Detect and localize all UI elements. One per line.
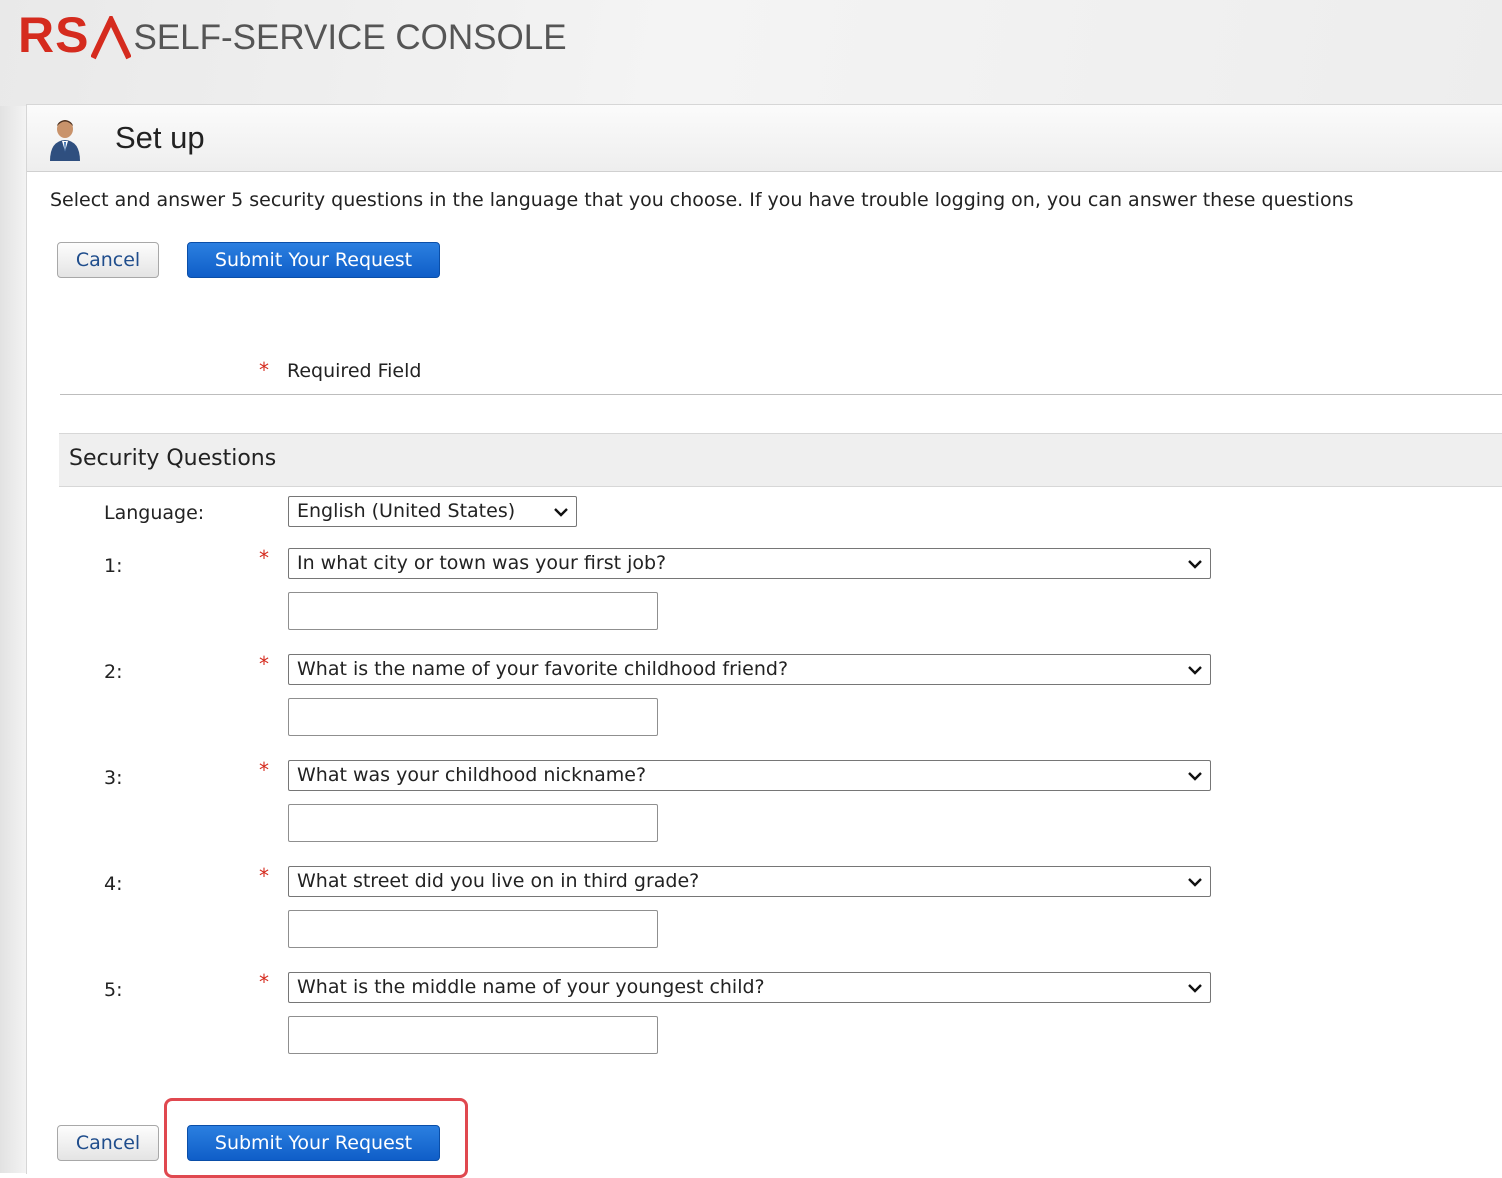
required-star: *: [259, 358, 269, 382]
required-star-4: *: [259, 864, 269, 888]
required-star-1: *: [259, 546, 269, 570]
chevron-down-icon: [1188, 666, 1202, 675]
security-questions-header: Security Questions: [59, 433, 1502, 487]
question-number-2: 2:: [104, 661, 123, 683]
question-number-1: 1:: [104, 555, 123, 577]
language-value: English (United States): [297, 500, 516, 522]
answer-input-3[interactable]: [288, 804, 658, 842]
panel-header: Set up: [27, 105, 1502, 172]
user-icon: [50, 120, 80, 161]
chevron-down-icon: [554, 508, 568, 517]
question-text-4: What street did you live on in third gra…: [297, 870, 700, 892]
chevron-down-icon: [1188, 560, 1202, 569]
question-select-5[interactable]: What is the middle name of your youngest…: [288, 972, 1211, 1003]
setup-panel: Set up Select and answer 5 security ques…: [26, 104, 1502, 1178]
required-star-3: *: [259, 758, 269, 782]
required-field-label: Required Field: [287, 360, 422, 382]
cancel-button-bottom[interactable]: Cancel: [57, 1125, 159, 1161]
question-select-4[interactable]: What street did you live on in third gra…: [288, 866, 1211, 897]
cancel-button-top[interactable]: Cancel: [57, 242, 159, 278]
logo-caret-icon: [91, 16, 132, 60]
submit-button-top[interactable]: Submit Your Request: [187, 242, 440, 278]
top-header: RS SELF-SERVICE CONSOLE: [0, 0, 1502, 106]
question-number-4: 4:: [104, 873, 123, 895]
answer-input-4[interactable]: [288, 910, 658, 948]
rsa-logo: RS SELF-SERVICE CONSOLE: [18, 10, 567, 60]
answer-input-1[interactable]: [288, 592, 658, 630]
left-gutter: [0, 106, 26, 1173]
question-text-3: What was your childhood nickname?: [297, 764, 647, 786]
divider: [60, 394, 1502, 395]
answer-input-5[interactable]: [288, 1016, 658, 1054]
chevron-down-icon: [1188, 878, 1202, 887]
chevron-down-icon: [1188, 984, 1202, 993]
logo-mark: RS: [18, 7, 90, 63]
question-text-5: What is the middle name of your youngest…: [297, 976, 765, 998]
required-star-5: *: [259, 970, 269, 994]
answer-input-2[interactable]: [288, 698, 658, 736]
required-star-2: *: [259, 652, 269, 676]
page-title: Set up: [115, 120, 205, 155]
question-number-5: 5:: [104, 979, 123, 1001]
question-text-1: In what city or town was your first job?: [297, 552, 667, 574]
language-label: Language:: [104, 502, 205, 524]
question-text-2: What is the name of your favorite childh…: [297, 658, 789, 680]
question-select-3[interactable]: What was your childhood nickname?: [288, 760, 1211, 791]
chevron-down-icon: [1188, 772, 1202, 781]
submit-highlight-box: [164, 1098, 468, 1178]
section-title: Security Questions: [69, 446, 277, 471]
question-number-3: 3:: [104, 767, 123, 789]
intro-text: Select and answer 5 security questions i…: [50, 189, 1354, 211]
question-select-1[interactable]: In what city or town was your first job?: [288, 548, 1211, 579]
console-title: SELF-SERVICE CONSOLE: [133, 18, 567, 57]
question-select-2[interactable]: What is the name of your favorite childh…: [288, 654, 1211, 685]
language-select[interactable]: English (United States): [288, 496, 577, 527]
